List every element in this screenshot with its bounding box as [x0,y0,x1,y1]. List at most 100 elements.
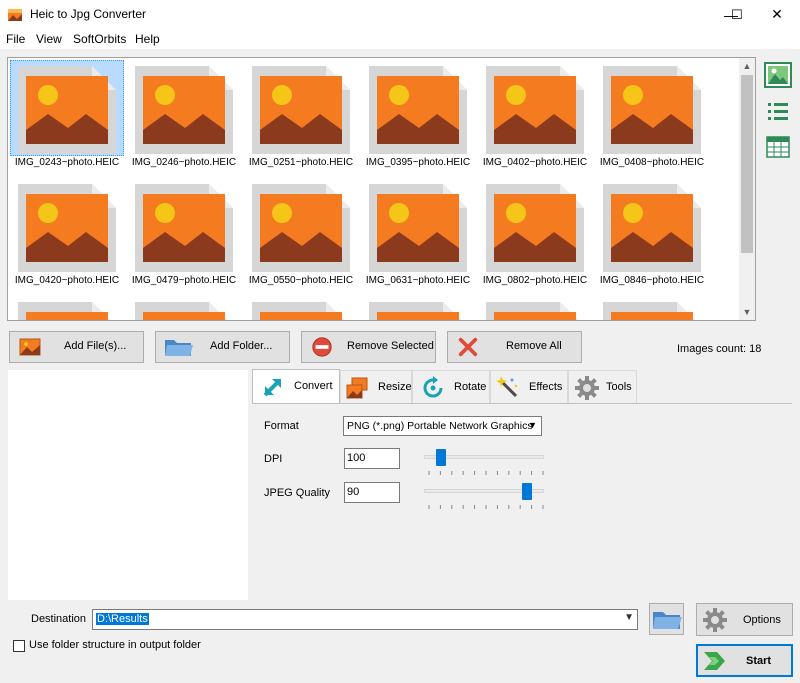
convert-panel: Format PNG (*.png) Portable Network Grap… [252,403,792,600]
destination-label: Destination [31,613,86,625]
image-thumbnail-icon [133,300,235,321]
close-button[interactable]: ✕ [754,0,800,29]
dpi-input[interactable]: 100 [344,448,400,469]
thumbnail-caption: IMG_0550~photo.HEIC [244,275,358,286]
delete-x-icon [456,336,480,358]
menu-help[interactable]: Help [135,32,160,46]
thumbnail-caption: IMG_0246~photo.HEIC [127,157,241,168]
jpeg-quality-input[interactable]: 90 [344,482,400,503]
folder-structure-checkbox[interactable] [13,640,25,652]
thumbnail-item[interactable] [595,296,709,321]
list-view-button[interactable] [763,97,793,127]
chevron-down-icon: ▼ [528,420,537,430]
thumbnail-caption: IMG_0846~photo.HEIC [595,275,709,286]
remove-all-label: Remove All [506,340,562,352]
thumbnail-caption: IMG_0479~photo.HEIC [127,275,241,286]
tab-rotate[interactable]: Rotate [412,370,490,403]
scroll-thumb[interactable] [741,75,753,253]
add-folder-button[interactable]: Add Folder... [155,331,290,363]
quality-slider-ticks [428,505,544,509]
table-view-button[interactable] [763,132,793,162]
thumbnail-item[interactable]: IMG_0631~photo.HEIC [361,178,475,288]
quality-slider-thumb[interactable] [522,483,532,500]
format-label: Format [264,420,299,432]
minimize-btn-area[interactable] [664,0,710,29]
thumbnail-panel[interactable]: IMG_0243~photo.HEICIMG_0246~photo.HEICIM… [7,57,756,321]
thumbnail-caption: IMG_0631~photo.HEIC [361,275,475,286]
dpi-slider-thumb[interactable] [436,449,446,466]
image-thumbnail-icon [250,300,352,321]
destination-value: D:\Results [96,613,149,625]
start-arrow-icon [703,650,729,672]
image-thumbnail-icon [133,64,235,156]
thumbnail-item[interactable]: IMG_0420~photo.HEIC [10,178,124,288]
preview-panel [8,370,248,600]
jpeg-quality-value: 90 [347,486,359,498]
thumbnail-item[interactable] [244,296,358,321]
tab-convert[interactable]: Convert [252,369,340,404]
remove-selected-button[interactable]: Remove Selected [301,331,436,363]
image-thumbnail-icon [601,182,703,274]
thumbnail-caption: IMG_0408~photo.HEIC [595,157,709,168]
menu-softorbits[interactable]: SoftOrbits [73,32,126,46]
image-thumbnail-icon [484,182,586,274]
image-thumbnail-icon [250,64,352,156]
dpi-slider-ticks [428,471,544,475]
image-thumbnail-icon [16,64,118,156]
image-view-icon [763,60,793,90]
chevron-down-icon[interactable]: ▼ [624,612,634,623]
options-button[interactable]: Options [696,603,793,636]
thumbnail-view-button[interactable] [763,60,793,90]
list-icon [763,97,793,127]
thumbnail-caption: IMG_0243~photo.HEIC [10,157,124,168]
magic-wand-icon [496,376,520,400]
tab-effects[interactable]: Effects [490,370,568,403]
add-files-label: Add File(s)... [64,340,126,352]
remove-selected-label: Remove Selected [347,340,434,352]
menu-view[interactable]: View [36,32,62,46]
image-thumbnail-icon [367,182,469,274]
scroll-down-icon[interactable]: ▼ [739,304,755,320]
thumbnail-item[interactable] [478,296,592,321]
thumbnail-item[interactable]: IMG_0246~photo.HEIC [127,60,241,170]
thumbnail-caption: IMG_0251~photo.HEIC [244,157,358,168]
thumbnail-item[interactable]: IMG_0802~photo.HEIC [478,178,592,288]
tab-resize[interactable]: Resize [340,370,412,403]
tab-tools[interactable]: Tools [568,370,637,403]
menu-file[interactable]: File [6,32,25,46]
image-thumbnail-icon [367,64,469,156]
thumbnail-item[interactable]: IMG_0408~photo.HEIC [595,60,709,170]
add-image-icon [18,336,42,358]
jpeg-quality-label: JPEG Quality [264,487,330,499]
thumbnail-item[interactable] [127,296,241,321]
tab-effects-label: Effects [529,381,562,393]
folder-icon [164,336,194,358]
thumbnail-item[interactable]: IMG_0550~photo.HEIC [244,178,358,288]
thumbnail-item[interactable] [10,296,124,321]
close-icon: ✕ [771,6,783,23]
add-files-button[interactable]: Add File(s)... [9,331,144,363]
thumbnail-item[interactable]: IMG_0251~photo.HEIC [244,60,358,170]
thumbnail-item[interactable]: IMG_0243~photo.HEIC [10,60,124,170]
destination-input[interactable]: D:\Results ▼ [92,609,638,630]
thumbnail-item[interactable]: IMG_0395~photo.HEIC [361,60,475,170]
image-thumbnail-icon [16,300,118,321]
image-thumbnail-icon [484,300,586,321]
tab-rotate-label: Rotate [454,381,486,393]
thumbnail-caption: IMG_0402~photo.HEIC [478,157,592,168]
thumbnail-item[interactable] [361,296,475,321]
image-thumbnail-icon [601,300,703,321]
rotate-icon [421,376,445,400]
open-folder-icon [650,604,683,634]
thumbnail-item[interactable]: IMG_0846~photo.HEIC [595,178,709,288]
thumbnail-item[interactable]: IMG_0479~photo.HEIC [127,178,241,288]
browse-folder-button[interactable] [649,603,684,635]
thumbnail-item[interactable]: IMG_0402~photo.HEIC [478,60,592,170]
scroll-up-icon[interactable]: ▲ [739,58,755,74]
image-thumbnail-icon [601,64,703,156]
gear-icon [575,376,599,400]
vertical-scrollbar[interactable]: ▲ ▼ [739,58,755,320]
format-select[interactable]: PNG (*.png) Portable Network Graphics ▼ [343,416,542,436]
remove-all-button[interactable]: Remove All [447,331,582,363]
start-button[interactable]: Start [696,644,793,677]
